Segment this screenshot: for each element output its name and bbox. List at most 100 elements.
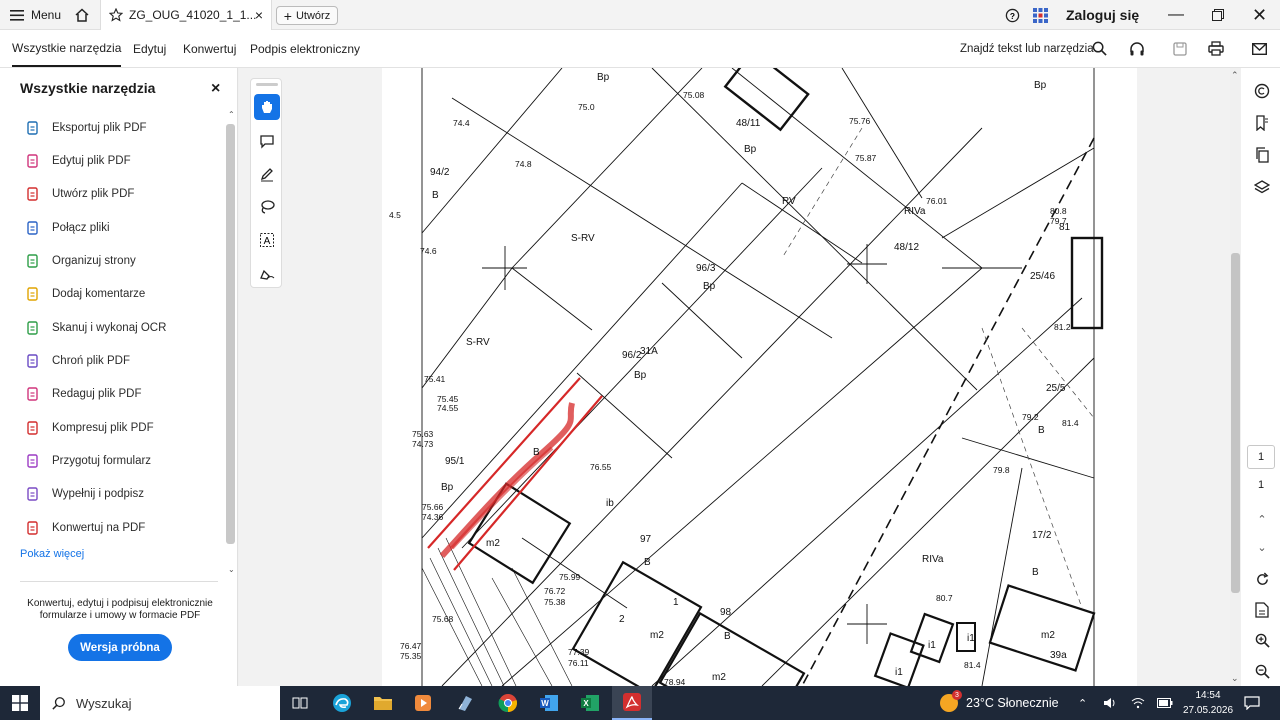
close-panel-icon[interactable]: × [211,80,220,98]
doc-scrollbar[interactable]: ⌃ ⌄ [1230,68,1241,686]
restore-icon[interactable] [1212,0,1224,30]
highlight-tool-button[interactable] [254,161,280,187]
excel-app[interactable]: X [570,686,610,720]
tool-item[interactable]: Eksportuj plik PDF [26,116,147,140]
apps-button[interactable] [1033,0,1048,30]
menu-edit[interactable]: Edytuj [133,30,166,67]
page-number-input[interactable]: 1 [1247,445,1275,469]
text-select-button[interactable]: A [254,227,280,253]
sun-icon: 3 [940,690,962,712]
tool-item[interactable]: Edytuj plik PDF [26,149,131,173]
tool-item[interactable]: Redaguj plik PDF [26,382,141,406]
map-label: 96/3 [696,263,716,274]
drag-handle[interactable] [256,83,278,86]
taskbar-search[interactable]: Wyszukaj [40,686,280,720]
task-view-button[interactable] [280,686,320,720]
save-button[interactable] [1173,30,1187,67]
email-button[interactable] [1252,30,1267,67]
panel-scrollbar[interactable]: ⌃ ⌄ [225,110,236,578]
show-more-link[interactable]: Pokaż więcej [20,548,84,560]
zoom-in-button[interactable] [1253,631,1271,649]
word-app[interactable]: W [529,686,569,720]
fill-sign-icon [26,487,40,501]
volume-icon[interactable] [1103,686,1117,720]
tool-item[interactable]: Chroń plik PDF [26,349,130,373]
search-button[interactable] [1092,30,1107,67]
refresh-button[interactable] [1253,570,1271,588]
doc-scroll-up-icon[interactable]: ⌃ [1231,70,1239,81]
free-trial-button[interactable]: Wersja próbna [68,634,172,661]
tool-item[interactable]: Dodaj komentarze [26,282,145,306]
menu-button[interactable]: Menu [10,0,61,30]
apps-grid-icon [1033,7,1048,23]
comments-panel-button[interactable] [1253,82,1271,100]
tool-item[interactable]: Kompresuj plik PDF [26,416,154,440]
tool-label: Skanuj i wykonaj OCR [52,322,167,334]
notes-app[interactable] [445,686,485,720]
export-pdf-icon [26,121,40,135]
map-label: 4.5 [389,210,401,220]
scroll-up-icon[interactable]: ⌃ [228,110,235,119]
new-tab-label: Utwórz [295,9,331,22]
clock[interactable]: 14:54 27.05.2026 [1183,689,1233,718]
menu-convert[interactable]: Konwertuj [183,30,236,67]
menu-esign[interactable]: Podpis elektroniczny [250,30,360,67]
search-placeholder: Wyszukaj [76,695,132,711]
chrome-app[interactable] [488,686,528,720]
help-button[interactable]: ? [1005,0,1020,30]
wifi-icon[interactable] [1131,686,1145,720]
edge-app[interactable] [322,686,362,720]
pages-button[interactable] [1253,146,1271,164]
browser-tab-bar: Menu ZG_OUG_41020_1_1... × + Utwórz ? Za… [0,0,1280,30]
zoom-out-button[interactable] [1253,662,1271,680]
layers-button[interactable] [1253,178,1271,196]
tool-item[interactable]: Konwertuj na PDF [26,516,145,540]
tool-item[interactable]: Skanuj i wykonaj OCR [26,316,166,340]
page-up-icon[interactable]: ⌃ [1253,510,1271,528]
weather-widget[interactable]: 3 23°C Słonecznie [940,686,1059,720]
page-view-button[interactable] [1253,601,1271,619]
scrollbar-thumb[interactable] [226,124,235,544]
close-window-icon[interactable]: ✕ [1252,0,1267,30]
doc-scrollbar-thumb[interactable] [1231,253,1240,593]
find-tools-label[interactable]: Znajdź tekst lub narzędzia [960,30,1094,67]
svg-text:X: X [583,699,589,708]
read-aloud-button[interactable] [1129,30,1145,67]
new-tab-button[interactable]: + Utwórz [276,6,338,25]
tray-expand-icon[interactable]: ⌃ [1078,686,1087,720]
sign-in-link[interactable]: Zaloguj się [1066,0,1139,30]
tool-item[interactable]: Połącz pliki [26,216,110,240]
tool-item[interactable]: Organizuj strony [26,249,136,273]
map-label: ib [606,498,614,509]
tool-item[interactable]: Przygotuj formularz [26,449,151,473]
menu-all-tools[interactable]: Wszystkie narzędzia [12,30,122,67]
redact-icon [26,387,40,401]
close-tab-icon[interactable]: × [255,7,263,23]
battery-icon[interactable] [1157,686,1173,720]
draw-tool-button[interactable] [254,194,280,220]
notifications-icon[interactable] [1244,686,1260,720]
page-down-icon[interactable]: ⌄ [1253,538,1271,556]
app-toolbar: Wszystkie narzędzia Edytuj Konwertuj Pod… [0,30,1280,68]
bookmarks-button[interactable] [1253,114,1271,132]
scroll-down-icon[interactable]: ⌄ [228,565,235,574]
document-viewport[interactable]: Bp 74.4 75.0 75.08 48/11 Bp 75.76 75.87 Bp 94/2 B 7… [239,68,1241,686]
file-explorer-app[interactable] [363,686,403,720]
comment-add-icon [260,135,274,149]
comment-tool-button[interactable] [254,128,280,154]
start-button[interactable] [0,686,40,720]
doc-scroll-down-icon[interactable]: ⌄ [1231,673,1239,684]
tool-item[interactable]: Wypełnij i podpisz [26,482,144,506]
sign-tool-button[interactable] [254,260,280,286]
map-label: i1 [928,640,936,651]
map-label: 80.8 [1050,206,1067,216]
media-app[interactable] [403,686,443,720]
document-icon [1255,602,1269,618]
minimize-icon[interactable]: — [1168,0,1184,30]
tool-item[interactable]: Utwórz plik PDF [26,182,134,206]
print-button[interactable] [1208,30,1224,67]
acrobat-app[interactable] [612,686,652,720]
tab-document[interactable]: ZG_OUG_41020_1_1... × [100,0,272,30]
hand-tool-button[interactable] [254,94,280,120]
home-button[interactable] [74,0,90,30]
